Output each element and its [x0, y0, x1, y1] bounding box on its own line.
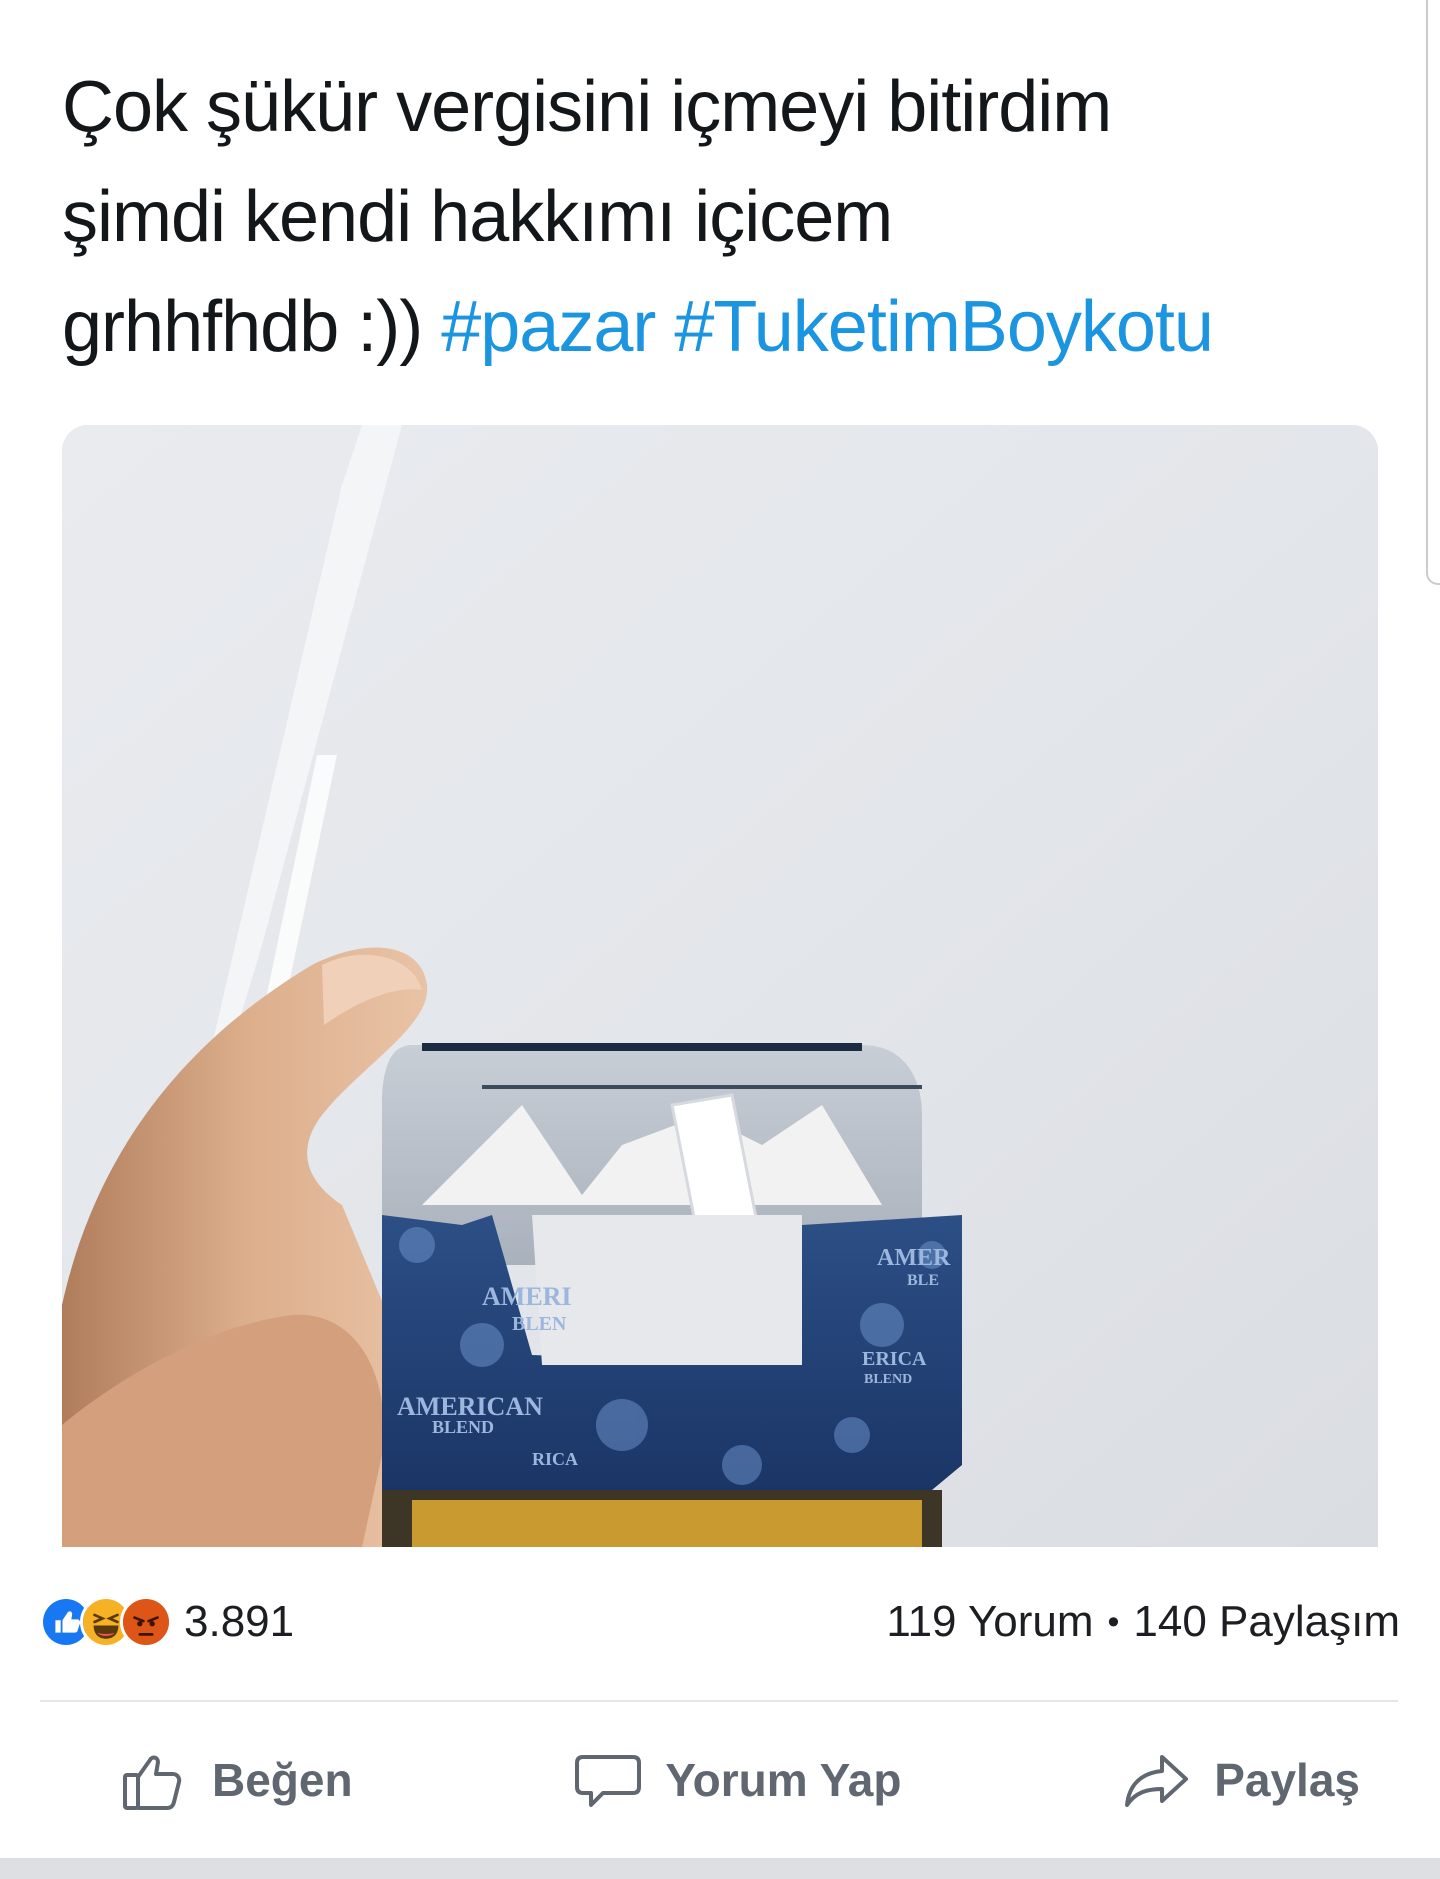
- reaction-count[interactable]: 3.891: [184, 1597, 294, 1647]
- post-text-line-2: şimdi kendi hakkımı içicem: [62, 177, 893, 257]
- reaction-summary[interactable]: 3.891: [40, 1596, 294, 1648]
- like-button[interactable]: Beğen: [120, 1745, 353, 1815]
- post-text-tail: grhhfhdb :)): [62, 287, 442, 367]
- share-button[interactable]: Paylaş: [1122, 1745, 1360, 1815]
- post-actions: Beğen Yorum Yap Paylaş: [40, 1720, 1400, 1840]
- scrollbar-edge[interactable]: [1426, 0, 1440, 585]
- share-label: Paylaş: [1214, 1754, 1360, 1806]
- share-arrow-icon: [1125, 1755, 1189, 1807]
- actions-divider: [40, 1700, 1398, 1702]
- thumbs-up-icon: [123, 1755, 182, 1810]
- engagement-counts: 119 Yorum • 140 Paylaşım: [886, 1597, 1400, 1647]
- pack-erica: ERICA: [862, 1348, 927, 1370]
- angry-icon: [120, 1596, 172, 1648]
- pack-blend-small: BLEND: [864, 1372, 912, 1387]
- comment-icon: [575, 1755, 642, 1807]
- post-text: Çok şükür vergisini içmeyi bitirdim şimd…: [62, 52, 1382, 382]
- post-photo[interactable]: AMERI BLEN AMERICAN BLEND AMER BLE RICA …: [62, 425, 1378, 1547]
- comment-label: Yorum Yap: [665, 1754, 902, 1806]
- hashtag-tuketimboykotu[interactable]: #TuketimBoykotu: [674, 287, 1214, 367]
- post-text-line-3: grhhfhdb :)) #pazar #TuketimBoykotu: [62, 272, 1382, 382]
- pack-brand-sub: BLEN: [512, 1313, 567, 1335]
- pack-brand-right: AMER: [877, 1245, 951, 1271]
- pack-brand-left-sub: BLEND: [432, 1417, 494, 1437]
- hashtag-pazar[interactable]: #pazar: [441, 287, 656, 367]
- bottom-separator: [0, 1858, 1440, 1879]
- comment-button[interactable]: Yorum Yap: [573, 1745, 901, 1815]
- pack-brand-right-sub: BLE: [907, 1272, 939, 1289]
- comment-count[interactable]: 119 Yorum: [886, 1597, 1093, 1647]
- pack-rica: RICA: [532, 1449, 578, 1469]
- reaction-stats: 3.891 119 Yorum • 140 Paylaşım: [40, 1592, 1400, 1652]
- pack-brand-top: AMERI: [482, 1282, 572, 1311]
- separator-dot: •: [1107, 1602, 1120, 1641]
- like-label: Beğen: [212, 1754, 353, 1806]
- post-text-line-1: Çok şükür vergisini içmeyi bitirdim: [62, 67, 1112, 147]
- share-count[interactable]: 140 Paylaşım: [1133, 1597, 1400, 1647]
